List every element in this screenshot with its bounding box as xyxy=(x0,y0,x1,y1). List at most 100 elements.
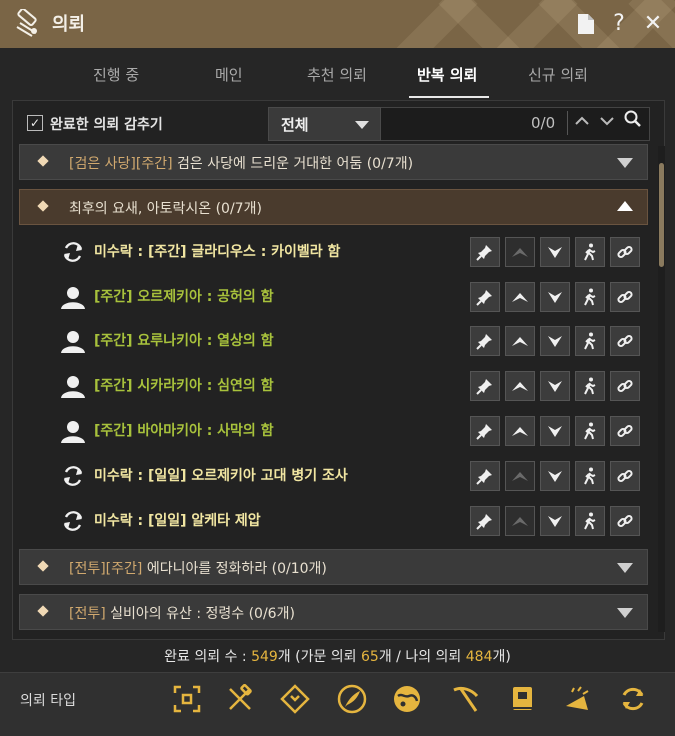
tab-in-progress[interactable]: 진행 중 xyxy=(93,64,139,85)
pin-button[interactable] xyxy=(470,237,500,267)
chevron-down-icon xyxy=(548,336,562,347)
help-icon[interactable]: ? xyxy=(606,10,632,38)
quest-title: [주간] 시카라키아 : 심연의 함 xyxy=(94,378,274,394)
collapse-arrow-icon xyxy=(617,201,633,211)
book-icon[interactable] xyxy=(508,684,538,714)
close-icon[interactable]: ✕ xyxy=(640,10,666,38)
link-button[interactable] xyxy=(610,326,640,356)
chevron-down-button[interactable] xyxy=(540,371,570,401)
chevron-down-button[interactable] xyxy=(540,461,570,491)
pin-icon xyxy=(476,334,492,350)
quest-title: 미수락 : [주간] 글라디우스 : 카이벨라 함 xyxy=(94,244,341,260)
search-icon[interactable] xyxy=(623,110,643,134)
walk-button[interactable] xyxy=(575,237,605,267)
pin-button[interactable] xyxy=(470,461,500,491)
refresh-icon xyxy=(60,508,86,534)
track-icon xyxy=(512,427,528,436)
walk-icon xyxy=(584,377,596,395)
link-icon xyxy=(617,334,633,348)
track-button[interactable] xyxy=(505,416,535,446)
quest-group-header[interactable]: [전투] 실비아의 유산 : 정령수 (0/6개) xyxy=(19,594,648,630)
link-button[interactable] xyxy=(610,506,640,536)
tab-main[interactable]: 메인 xyxy=(215,64,243,85)
quest-group-header[interactable]: [전투][주간] 에다니아를 정화하라 (0/10개) xyxy=(19,549,648,585)
chevron-down-button[interactable] xyxy=(540,326,570,356)
chevron-down-button[interactable] xyxy=(540,282,570,312)
quest-row[interactable]: 미수락 : [일일] 알케타 제압 xyxy=(60,502,650,538)
quest-row[interactable]: [주간] 요루나키아 : 열상의 함 xyxy=(60,322,650,358)
scrollbar-thumb[interactable] xyxy=(659,163,664,267)
pin-button[interactable] xyxy=(470,326,500,356)
link-button[interactable] xyxy=(610,371,640,401)
pin-icon xyxy=(476,379,492,395)
tab-repeat[interactable]: 반복 의뢰 xyxy=(417,64,477,85)
chevron-down-icon xyxy=(548,471,562,482)
refresh-icon xyxy=(60,239,86,265)
walk-button[interactable] xyxy=(575,506,605,536)
trumpet-icon[interactable] xyxy=(562,684,592,714)
pin-button[interactable] xyxy=(470,282,500,312)
quest-group-header[interactable]: 최후의 요새, 아토락시온 (0/7개) xyxy=(19,189,648,225)
tab-recommended[interactable]: 추천 의뢰 xyxy=(307,64,367,85)
chevron-down-icon xyxy=(548,292,562,303)
track-button[interactable] xyxy=(505,506,535,536)
link-button[interactable] xyxy=(610,461,640,491)
quest-title: 미수락 : [일일] 오르제키아 고대 병기 조사 xyxy=(94,468,348,484)
quest-row[interactable]: 미수락 : [주간] 글라디우스 : 카이벨라 함 xyxy=(60,233,650,269)
quest-group-header[interactable]: [검은 사당][주간] 검은 사당에 드리운 거대한 어둠 (0/7개) xyxy=(19,144,648,180)
globe-icon[interactable] xyxy=(392,684,422,714)
track-button[interactable] xyxy=(505,371,535,401)
walk-button[interactable] xyxy=(575,326,605,356)
quill-icon[interactable] xyxy=(337,684,367,714)
pin-button[interactable] xyxy=(470,416,500,446)
track-icon xyxy=(512,293,528,302)
track-button[interactable] xyxy=(505,326,535,356)
track-icon xyxy=(512,517,528,526)
quest-title: [주간] 오르제키아 : 공허의 함 xyxy=(94,289,274,305)
window-title: 의뢰 xyxy=(52,14,86,35)
chevron-down-button[interactable] xyxy=(540,237,570,267)
tab-new[interactable]: 신규 의뢰 xyxy=(528,64,588,85)
pickaxe-icon[interactable] xyxy=(450,684,480,714)
pin-button[interactable] xyxy=(470,371,500,401)
cycle-icon[interactable] xyxy=(618,684,648,714)
walk-button[interactable] xyxy=(575,371,605,401)
link-icon xyxy=(617,424,633,438)
scroll-icon[interactable] xyxy=(225,684,255,714)
chevron-down-button[interactable] xyxy=(540,416,570,446)
track-button[interactable] xyxy=(505,282,535,312)
person-icon xyxy=(60,418,86,444)
person-icon xyxy=(60,373,86,399)
quest-window: 의뢰 ? ✕ 진행 중 메인 추천 의뢰 반복 의뢰 신규 의뢰 ✓ 완료한 의… xyxy=(0,0,675,736)
hide-completed-checkbox[interactable]: ✓ xyxy=(27,115,43,131)
quest-row[interactable]: 미수락 : [일일] 오르제키아 고대 병기 조사 xyxy=(60,457,650,493)
chevron-down-icon xyxy=(548,516,562,527)
chevron-down-icon[interactable] xyxy=(597,110,617,134)
chevron-down-icon xyxy=(355,121,369,129)
category-dropdown[interactable]: 전체 xyxy=(268,107,381,141)
track-button[interactable] xyxy=(505,237,535,267)
link-button[interactable] xyxy=(610,282,640,312)
walk-button[interactable] xyxy=(575,416,605,446)
active-tab-indicator xyxy=(409,96,489,98)
chevron-up-icon[interactable] xyxy=(572,110,592,134)
quest-row[interactable]: [주간] 시카라키아 : 심연의 함 xyxy=(60,367,650,403)
chevron-down-button[interactable] xyxy=(540,506,570,536)
link-button[interactable] xyxy=(610,237,640,267)
walk-button[interactable] xyxy=(575,461,605,491)
page-icon[interactable] xyxy=(573,10,599,38)
pin-button[interactable] xyxy=(470,506,500,536)
diamond-icon xyxy=(37,200,49,212)
link-button[interactable] xyxy=(610,416,640,446)
target-icon[interactable] xyxy=(172,684,202,714)
track-button[interactable] xyxy=(505,461,535,491)
walk-icon xyxy=(584,288,596,306)
track-icon xyxy=(512,472,528,481)
quest-row[interactable]: [주간] 오르제키아 : 공허의 함 xyxy=(60,278,650,314)
diamond-icon xyxy=(37,560,49,572)
walk-button[interactable] xyxy=(575,282,605,312)
quest-row[interactable]: [주간] 바아마키아 : 사막의 함 xyxy=(60,412,650,448)
quest-title: [주간] 요루나키아 : 열상의 함 xyxy=(94,333,274,349)
diamond-arrow-icon[interactable] xyxy=(280,684,310,714)
quest-type-label: 의뢰 타입 xyxy=(20,693,76,709)
